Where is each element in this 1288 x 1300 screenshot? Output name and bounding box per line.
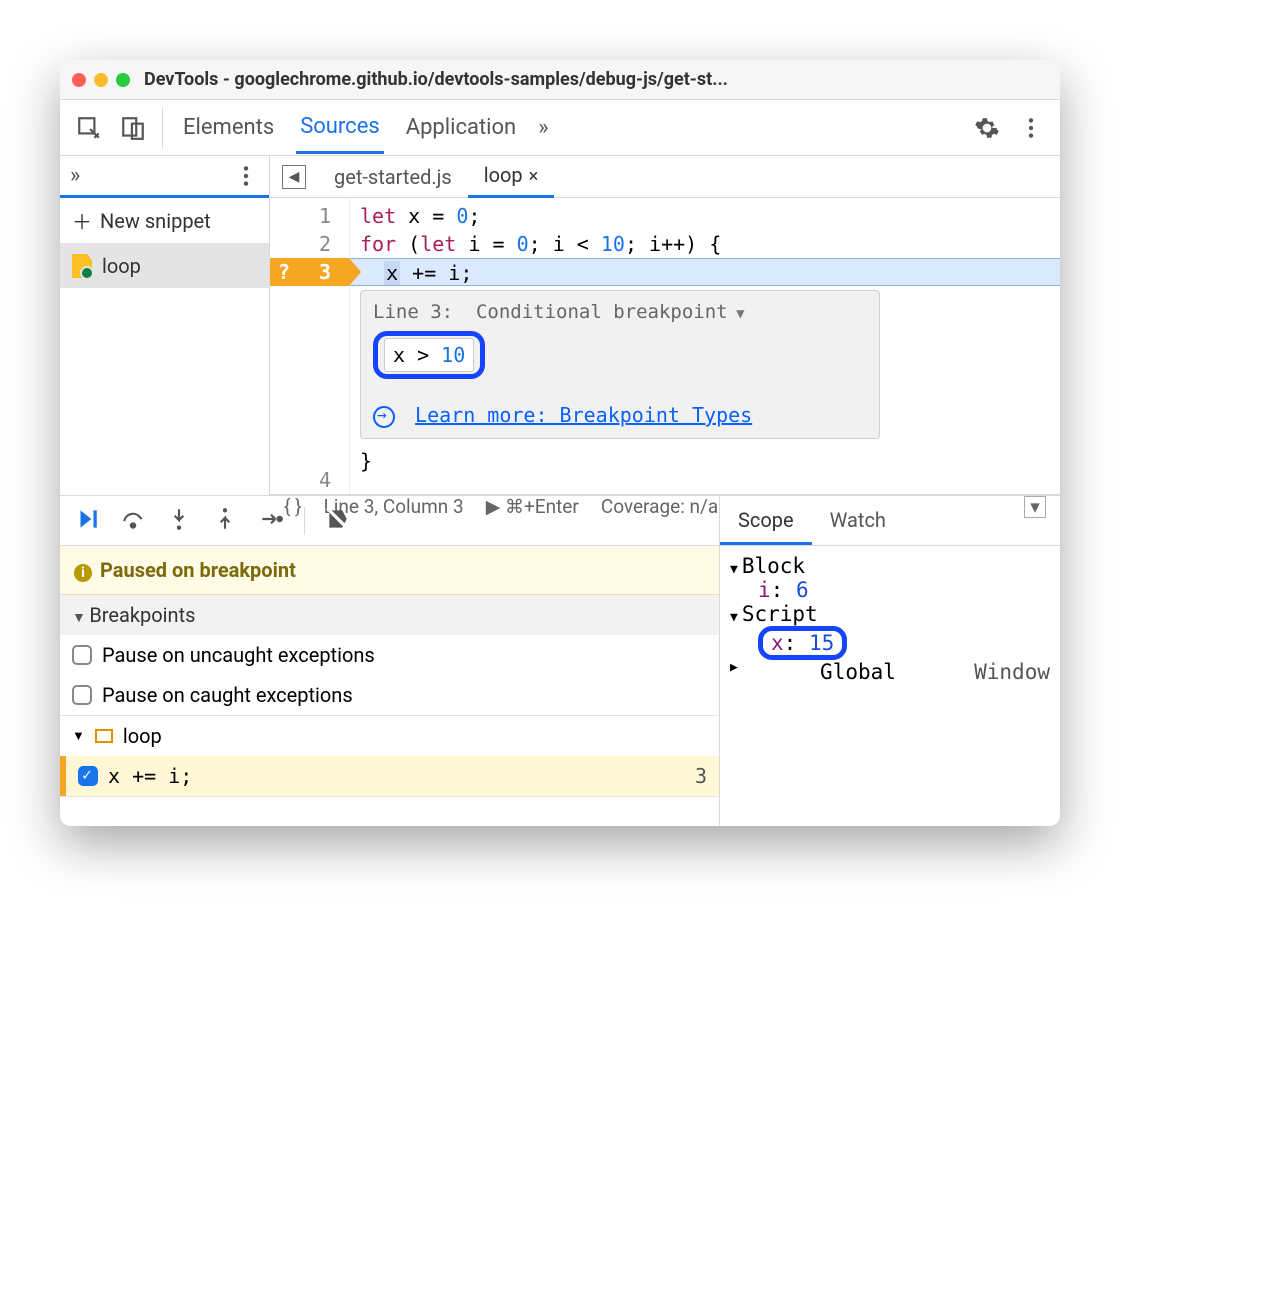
line-number-2[interactable]: 2 [270, 230, 349, 258]
scope-var-x: x: 15 [730, 626, 1050, 660]
sidebar-overflow-icon[interactable]: » [70, 163, 80, 188]
sidebar-tabs: » [60, 156, 269, 198]
checkbox-icon [72, 685, 92, 705]
learn-more-arrow-icon [373, 406, 395, 428]
devtools-window: DevTools - googlechrome.github.io/devtoo… [60, 60, 1060, 826]
navigator-sidebar: » ＋ New snippet loop [60, 156, 270, 495]
editor-tab-get-started[interactable]: get-started.js [318, 157, 468, 197]
main-toolbar: Elements Sources Application » [60, 100, 1060, 156]
tab-sources[interactable]: Sources [296, 102, 384, 154]
deactivate-breakpoints-icon[interactable] [325, 506, 351, 536]
titlebar: DevTools - googlechrome.github.io/devtoo… [60, 60, 1060, 100]
breakpoint-editor-popup: Line 3: Conditional breakpoint x > 10 Le… [360, 290, 880, 439]
debugger-controls [60, 496, 719, 546]
snippet-icon [95, 729, 113, 743]
snippet-file-loop[interactable]: loop [60, 244, 269, 288]
scope-var-i: i: 6 [730, 578, 1050, 602]
learn-more-link[interactable]: Learn more: Breakpoint Types [415, 403, 752, 427]
new-snippet-button[interactable]: ＋ New snippet [60, 198, 269, 244]
traffic-lights [72, 73, 130, 87]
info-icon: i [74, 564, 92, 582]
snippet-file-label: loop [102, 254, 141, 278]
close-tab-icon[interactable]: × [529, 166, 539, 187]
sources-panel: » ＋ New snippet loop ◀ get-started.js lo… [60, 156, 1060, 496]
debugger-panel: iPaused on breakpoint Breakpoints Pause … [60, 496, 1060, 826]
new-snippet-label: New snippet [100, 209, 211, 233]
breakpoint-group-loop[interactable]: ▼ loop [60, 716, 719, 756]
pause-uncaught-toggle[interactable]: Pause on uncaught exceptions [60, 635, 719, 675]
kebab-menu-icon[interactable] [1018, 115, 1044, 141]
plus-icon: ＋ [72, 206, 92, 235]
scope-block-header[interactable]: Block [730, 554, 1050, 578]
tab-scope[interactable]: Scope [720, 496, 812, 545]
snippet-file-icon [72, 254, 92, 278]
pause-caught-toggle[interactable]: Pause on caught exceptions [60, 675, 719, 715]
line-number-4[interactable]: 4 [270, 466, 349, 494]
breakpoint-entry[interactable]: x += i; 3 [60, 756, 719, 796]
window-title: DevTools - googlechrome.github.io/devtoo… [144, 69, 728, 90]
scope-script-header[interactable]: Script [730, 602, 1050, 626]
scope-global-header[interactable]: GlobalWindow [730, 660, 1050, 684]
line-number-3-breakpoint[interactable]: ?3 [270, 258, 349, 286]
maximize-window-button[interactable] [116, 73, 130, 87]
line-gutter[interactable]: 1 2 ?3 4 [270, 198, 350, 494]
code-editor: ◀ get-started.js loop× 1 2 ?3 4 let x = … [270, 156, 1060, 495]
checkbox-checked-icon [78, 766, 98, 786]
debugger-left: iPaused on breakpoint Breakpoints Pause … [60, 496, 720, 826]
highlight-ring-x: x: 15 [758, 626, 847, 660]
paused-banner: iPaused on breakpoint [60, 546, 719, 595]
tab-application[interactable]: Application [402, 103, 520, 152]
code-content[interactable]: let x = 0; for (let i = 0; i < 10; i++) … [350, 198, 1060, 494]
tabs-overflow-icon[interactable]: » [538, 115, 548, 140]
navigator-toggle-icon[interactable]: ◀ [282, 165, 306, 189]
breakpoint-line-number: 3 [695, 764, 707, 788]
bp-type-dropdown[interactable]: Conditional breakpoint [476, 301, 745, 323]
bp-condition-input[interactable]: x > 10 [384, 338, 474, 372]
breakpoints-section-header[interactable]: Breakpoints [60, 595, 719, 635]
line-number-1[interactable]: 1 [270, 202, 349, 230]
bp-line-label: Line 3: [373, 301, 453, 323]
editor-tab-loop[interactable]: loop× [468, 155, 555, 198]
conditional-bp-icon: ? [278, 258, 290, 286]
scope-pane: Scope Watch Block i: 6 Script x: 15 Glob… [720, 496, 1060, 826]
sidebar-kebab-icon[interactable] [233, 163, 259, 189]
step-icon[interactable] [258, 506, 284, 536]
tab-watch[interactable]: Watch [812, 496, 904, 545]
step-into-icon[interactable] [166, 506, 192, 536]
close-window-button[interactable] [72, 73, 86, 87]
device-toggle-icon[interactable] [120, 115, 146, 141]
step-out-icon[interactable] [212, 506, 238, 536]
minimize-window-button[interactable] [94, 73, 108, 87]
resume-icon[interactable] [74, 506, 100, 536]
highlight-ring-expression: x > 10 [373, 331, 485, 379]
scope-tabs: Scope Watch [720, 496, 1060, 546]
tab-elements[interactable]: Elements [179, 103, 278, 152]
editor-tabs: ◀ get-started.js loop× [270, 156, 1060, 198]
step-over-icon[interactable] [120, 506, 146, 536]
inspect-element-icon[interactable] [76, 115, 102, 141]
checkbox-icon [72, 645, 92, 665]
settings-gear-icon[interactable] [974, 115, 1000, 141]
